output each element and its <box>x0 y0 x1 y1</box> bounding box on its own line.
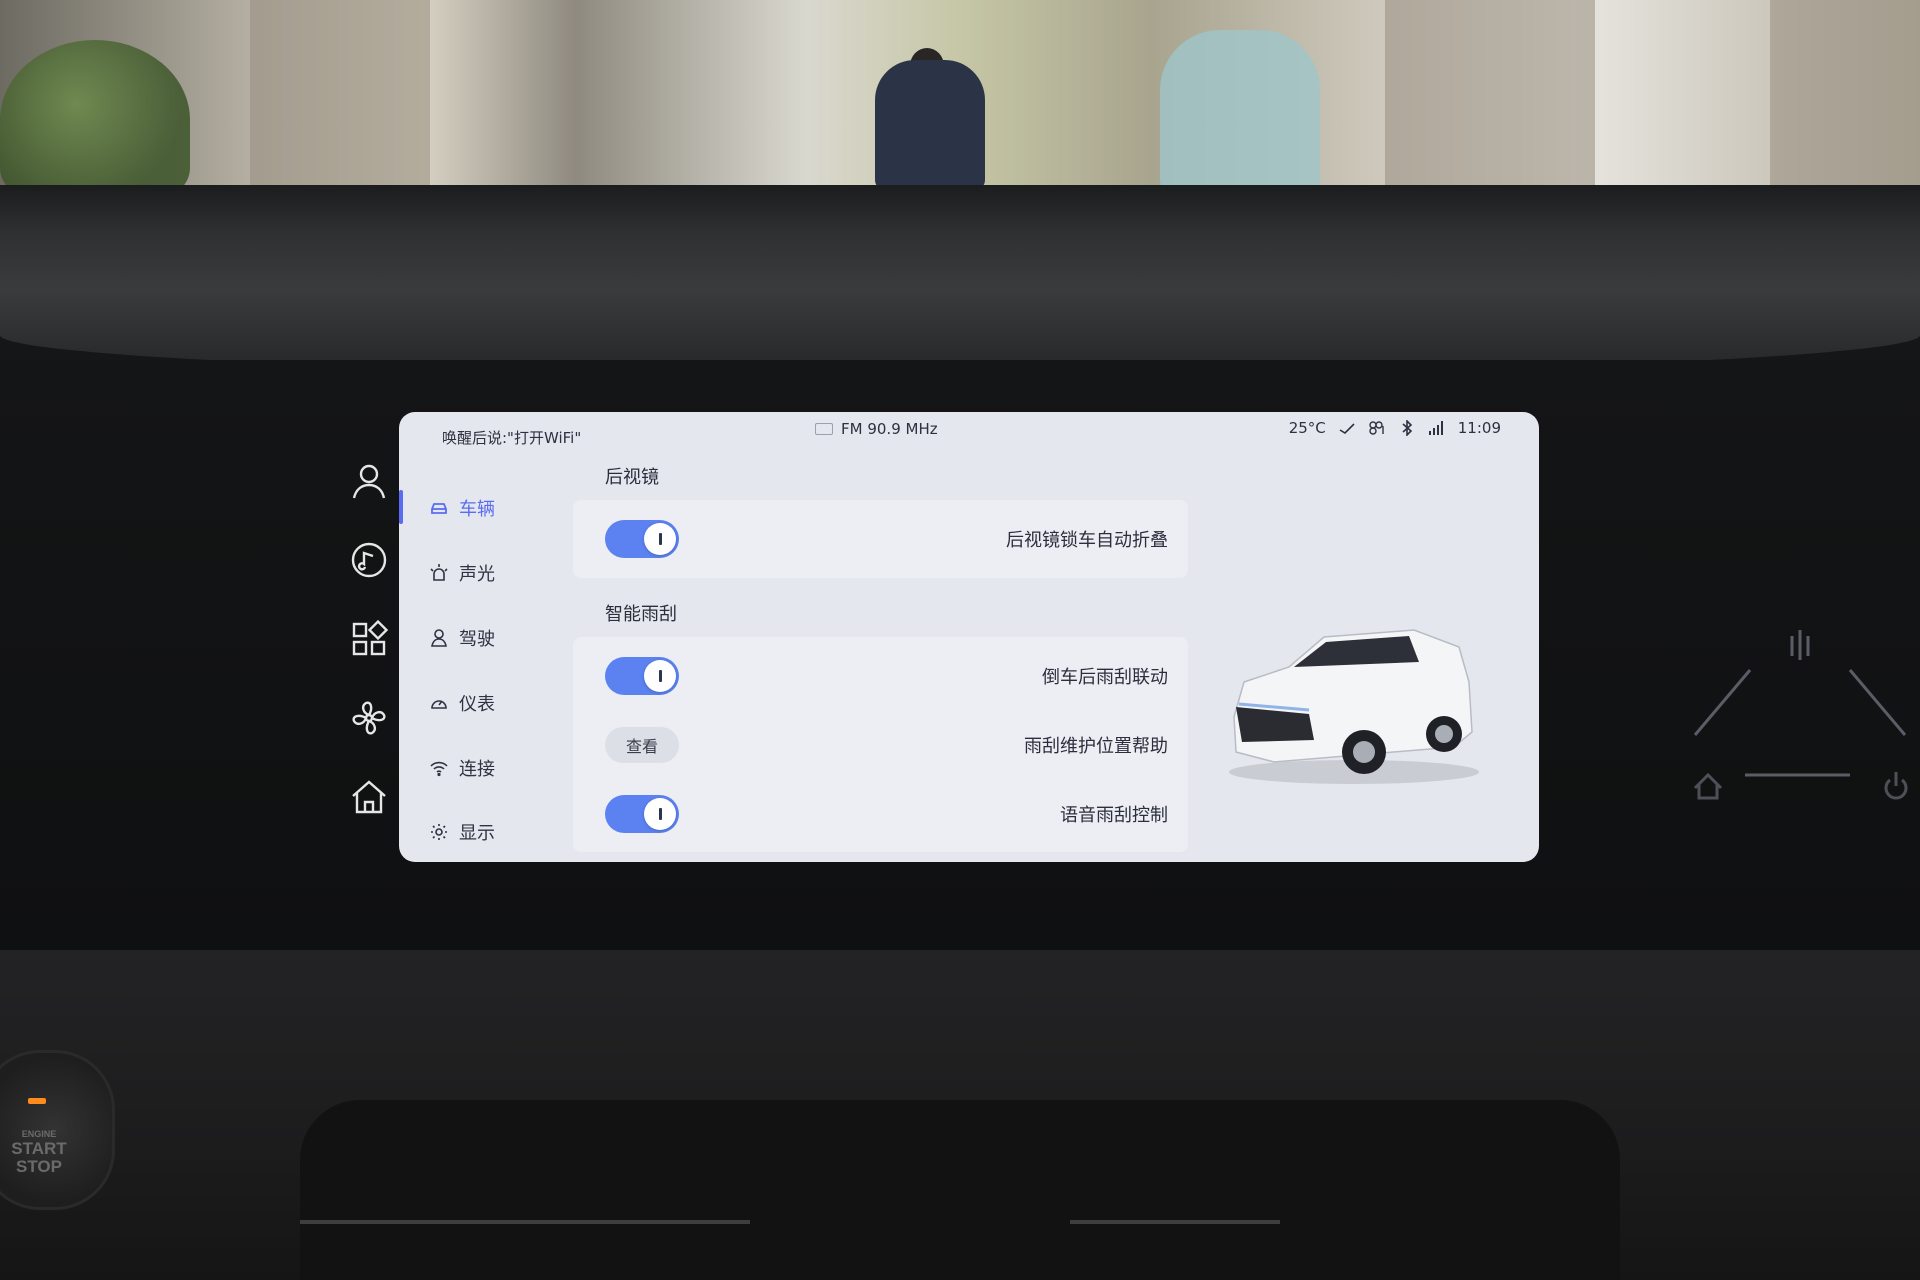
setting-label: 倒车后雨刮联动 <box>1042 667 1168 688</box>
toggle-knob <box>644 660 676 692</box>
music-icon[interactable] <box>348 539 390 581</box>
wiper-card: 倒车后雨刮联动 查看 雨刮维护位置帮助 语音雨刮控制 <box>573 637 1188 852</box>
status-right: 25°C 11:09 <box>1289 419 1501 437</box>
light-icon <box>430 564 448 581</box>
console-trim <box>1070 1220 1280 1224</box>
background-pillar <box>1770 0 1920 200</box>
setting-label: 语音雨刮控制 <box>1060 805 1168 826</box>
background-plant <box>0 40 190 200</box>
setting-label: 后视镜锁车自动折叠 <box>1006 530 1168 551</box>
nav-active-indicator <box>399 490 403 524</box>
haptic-control-panel <box>1693 630 1908 800</box>
voice-wiper-toggle[interactable] <box>605 795 679 833</box>
vehicle-rear-hub <box>1435 725 1453 743</box>
gauge-icon <box>431 700 447 709</box>
fan-icon[interactable] <box>348 697 390 739</box>
center-console <box>300 1100 1620 1280</box>
background-person <box>875 60 985 190</box>
vehicle-image <box>1229 629 1479 784</box>
mirror-fold-toggle[interactable] <box>605 520 679 558</box>
clock: 11:09 <box>1457 419 1501 437</box>
radio-frequency: FM 90.9 MHz <box>841 420 938 438</box>
toggle-knob <box>644 798 676 830</box>
console-trim <box>300 1220 750 1224</box>
background-pillar <box>1385 0 1595 200</box>
section-title-mirror: 后视镜 <box>605 467 659 488</box>
setting-row-mirror-fold: 后视镜锁车自动折叠 <box>573 508 1188 570</box>
nav-item-sound-light[interactable]: 声光 <box>429 560 495 586</box>
car-icon <box>431 503 447 514</box>
start-button-led <box>28 1098 46 1104</box>
haptic-power-icon[interactable] <box>1884 772 1908 800</box>
status-bar: 唤醒后说:"打开WiFi" FM 90.9 MHz 25°C 11:09 <box>399 412 1539 452</box>
reverse-wiper-toggle[interactable] <box>605 657 679 695</box>
voice-hint: 唤醒后说:"打开WiFi" <box>442 429 582 447</box>
home-icon[interactable] <box>348 776 390 818</box>
nav-item-cluster[interactable]: 仪表 <box>429 690 495 716</box>
haptic-home-icon[interactable] <box>1693 772 1723 800</box>
nav-item-connection[interactable]: 连接 <box>429 755 495 781</box>
network-icon <box>1369 421 1384 435</box>
setting-row-wiper-service: 查看 雨刮维护位置帮助 <box>573 714 1188 776</box>
user-icon[interactable] <box>348 460 390 502</box>
temperature: 25°C <box>1288 419 1326 437</box>
mirror-card: 后视镜锁车自动折叠 <box>573 500 1188 578</box>
signal-icon <box>1428 421 1443 435</box>
brightness-icon <box>431 824 447 840</box>
weather-icon <box>1339 423 1355 435</box>
settings-nav: 车辆 声光 驾驶 仪表 连接 显示 <box>399 452 564 862</box>
dashboard-top <box>0 185 1920 375</box>
toggle-knob <box>644 523 676 555</box>
radio-icon <box>815 423 833 435</box>
section-title-wiper: 智能雨刮 <box>605 604 677 625</box>
radio-status[interactable]: FM 90.9 MHz <box>815 420 938 438</box>
nav-item-driving[interactable]: 驾驶 <box>429 625 495 651</box>
driver-icon <box>431 629 447 647</box>
infotainment-screen: 唤醒后说:"打开WiFi" FM 90.9 MHz 25°C 11:09 车辆 … <box>399 412 1539 862</box>
nav-item-vehicle[interactable]: 车辆 <box>429 495 495 521</box>
bluetooth-icon <box>1402 420 1412 436</box>
wifi-icon <box>430 761 448 777</box>
apps-icon[interactable] <box>348 618 390 660</box>
background-pillar <box>250 0 430 200</box>
setting-label: 雨刮维护位置帮助 <box>1024 736 1168 757</box>
start-button-text: ENGINE START STOP <box>11 1129 67 1176</box>
wiper-service-view-button[interactable]: 查看 <box>605 727 679 763</box>
setting-row-voice-wiper: 语音雨刮控制 <box>573 783 1188 845</box>
haptic-panel-lines <box>1693 630 1907 777</box>
setting-row-reverse-wiper: 倒车后雨刮联动 <box>573 645 1188 707</box>
background-statue <box>1160 30 1320 200</box>
nav-item-display[interactable]: 显示 <box>429 819 495 845</box>
vehicle-front-hub <box>1353 741 1375 763</box>
